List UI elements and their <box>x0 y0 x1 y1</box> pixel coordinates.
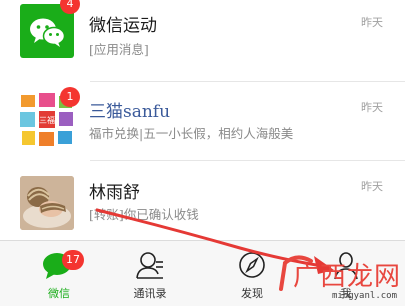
tab-chats[interactable]: 17 微信 <box>19 241 99 306</box>
chat-list: 4 微信运动 [应用消息] 昨天 三福 1 三猫sanfu 福市兑换|五一小长假… <box>0 0 405 240</box>
chat-preview: [应用消息] <box>89 42 149 57</box>
baby-photo-icon <box>20 176 74 230</box>
chat-time: 昨天 <box>361 180 383 193</box>
compass-icon <box>237 250 267 284</box>
chat-item-sanfu[interactable]: 三福 1 三猫sanfu 福市兑换|五一小长假，相约人海般美 昨天 <box>0 77 405 157</box>
chat-item-lin-yushu[interactable]: 林雨舒 [转账]你已确认收钱 昨天 <box>0 160 405 240</box>
chat-name: 林雨舒 <box>89 183 140 203</box>
svg-text:三福: 三福 <box>39 116 55 125</box>
tab-unread-badge: 17 <box>62 250 84 270</box>
lin-yushu-avatar <box>20 176 74 230</box>
watermark-text: 广西龙网 <box>293 262 402 292</box>
chat-time: 昨天 <box>361 16 383 29</box>
unread-badge: 4 <box>60 0 80 14</box>
chat-time: 昨天 <box>361 101 383 114</box>
chat-name: 微信运动 <box>89 16 157 36</box>
chat-preview: 福市兑换|五一小长假，相约人海般美 <box>89 126 294 141</box>
watermark-url: mingyanl.com <box>331 291 397 301</box>
chat-name: 三猫sanfu <box>89 102 171 122</box>
unread-badge: 1 <box>60 87 80 107</box>
chat-preview: [转账]你已确认收钱 <box>89 207 199 222</box>
tab-label: 微信 <box>48 287 70 300</box>
watermark: 广西龙网 mingyanl.com <box>279 253 402 303</box>
tab-label: 通讯录 <box>133 287 167 300</box>
tab-contacts[interactable]: 通讯录 <box>110 241 190 306</box>
chat-item-wechat-sports[interactable]: 4 微信运动 [应用消息] 昨天 <box>0 0 405 68</box>
contacts-icon <box>135 250 165 284</box>
